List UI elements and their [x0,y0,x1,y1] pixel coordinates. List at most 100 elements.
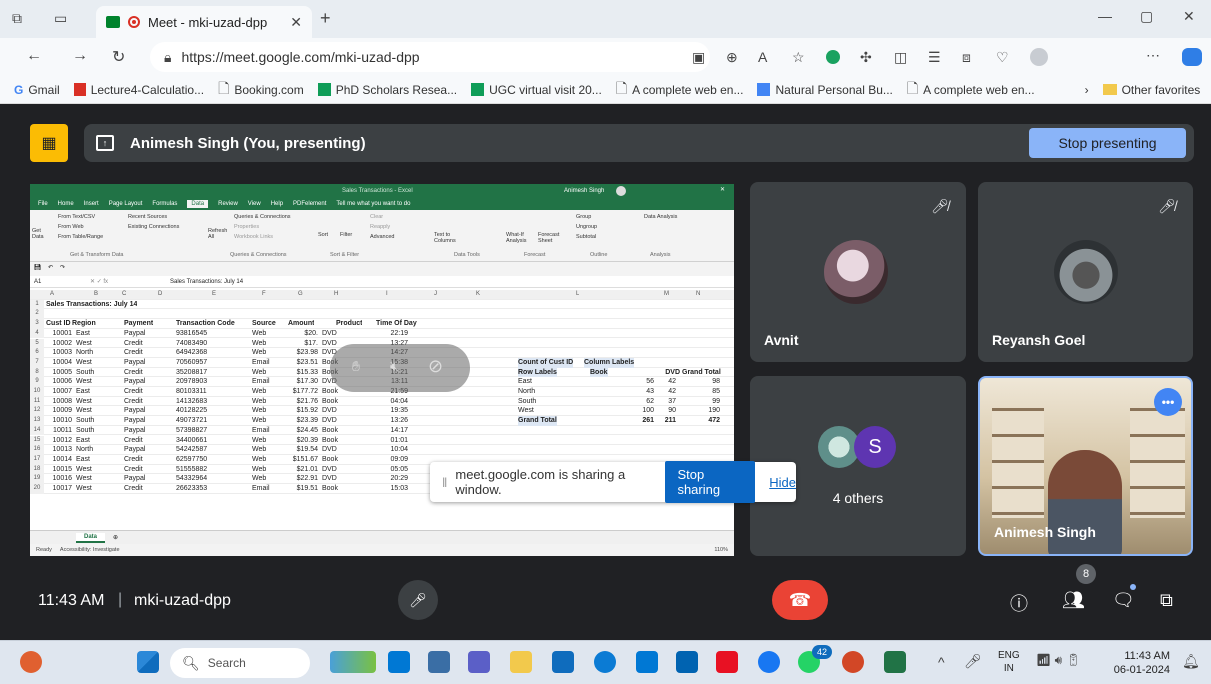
cell[interactable]: Book [322,436,338,446]
stop-sharing-button[interactable]: Stop sharing [665,461,756,503]
wifi-volume-battery-icon[interactable]: 📶︎ 🔊︎ 🔋︎ [1036,653,1081,668]
windows-start-icon[interactable] [137,651,159,673]
activities-icon[interactable]: ⧉ [1160,590,1173,611]
cell[interactable]: South [76,426,94,436]
column-letter[interactable]: D [158,290,162,300]
cell[interactable]: $23.39 [278,416,318,426]
cell[interactable]: Credit [124,436,143,446]
cell[interactable]: 51555882 [176,465,207,475]
cell[interactable]: West [76,474,92,484]
row-number[interactable]: 1 [30,299,44,310]
cell[interactable]: 14:17 [374,426,408,436]
cell[interactable]: North [518,387,535,397]
column-letter[interactable]: K [476,290,480,300]
bookmark-ugc[interactable]: UGC virtual visit 20... [471,83,602,97]
cell[interactable]: 10003 [46,348,72,358]
spreadsheet-row[interactable]: 4 10001 East Paypal 93816545 Web $20. DVD 22:19 [30,328,734,339]
cell[interactable]: 35208817 [176,368,207,378]
cell[interactable]: $21.01 [278,465,318,475]
cell[interactable]: 211 [656,416,676,426]
task-view-icon[interactable] [428,651,450,673]
mic-button[interactable]: 🎤︎ [398,580,438,620]
cell[interactable]: Transaction Code [176,319,235,329]
cell[interactable]: Source [252,319,276,329]
refresh-icon[interactable]: ↻ [112,47,125,67]
cell[interactable]: 10:04 [374,445,408,455]
cell[interactable]: $17. [278,339,318,349]
excel-tell-me[interactable]: Tell me what you want to do [336,201,410,207]
cell[interactable]: 19:35 [374,406,408,416]
cell[interactable]: DVD [322,474,337,484]
row-number[interactable]: 10 [30,387,44,397]
spreadsheet-row[interactable]: 15 10012 East Credit 34400661 Web $20.39 Book 01… [30,435,734,446]
cell[interactable]: Book [590,367,608,378]
cell[interactable]: 10013 [46,445,72,455]
cell[interactable]: 10001 [46,329,72,339]
excel-tab-page-layout[interactable]: Page Layout [109,201,143,207]
cell[interactable]: 15:03 [374,484,408,494]
bookmark-web-en-1[interactable]: 🗋 A complete web en... [616,78,744,102]
spreadsheet-row[interactable]: 13 10010 South Paypal 49073721 Web $23.39 DVD 13… [30,416,734,426]
cell[interactable]: 10005 [46,368,72,378]
recent-sources-button[interactable]: Recent Sources [128,214,167,220]
cell[interactable]: Credit [124,368,143,378]
cell[interactable]: 85 [690,387,720,397]
maximize-icon[interactable]: ▢ [1140,8,1153,25]
cell[interactable]: Email [252,377,270,387]
cell[interactable]: Paypal [124,329,145,339]
cell[interactable]: Web [252,474,266,484]
cell[interactable]: East [76,329,90,339]
hide-button[interactable]: Hide [769,475,796,490]
cell[interactable]: Region [72,319,96,329]
weather-widget-icon[interactable] [20,651,42,673]
column-letter[interactable]: H [334,290,338,300]
profile-avatar[interactable] [1030,48,1048,66]
cell[interactable]: Cust ID [46,319,71,329]
cell[interactable]: 472 [690,416,720,426]
collections-icon[interactable]: ⧈ [962,49,971,66]
cell[interactable]: Web [252,416,266,426]
cell[interactable]: North [76,348,93,358]
bookmark-lecture4[interactable]: Lecture4-Calculatio... [73,83,204,97]
sort-button[interactable]: Sort [318,232,328,238]
cell[interactable]: Sales Transactions: July 14 [46,300,137,310]
cell[interactable]: Web [252,455,266,465]
notifications-bell-icon[interactable]: 🔔︎ [1182,653,1200,670]
favorite-star-icon[interactable]: ☆ [792,49,805,66]
cell[interactable]: Credit [124,465,143,475]
cell[interactable]: East [518,377,532,387]
chat-icon[interactable]: 🗨︎ [1112,590,1135,611]
cell[interactable]: East [76,436,90,446]
cell[interactable]: 80103311 [176,387,207,397]
column-letter[interactable]: C [122,290,126,300]
from-table-button[interactable]: From Table/Range [58,234,103,240]
column-letter[interactable]: M [664,290,669,300]
from-text-button[interactable]: From Text/CSV [58,214,95,220]
hidden-icons-chevron-icon[interactable]: ^ [938,654,945,670]
what-if-button[interactable]: What-If Analysis [506,232,536,244]
cell[interactable]: Credit [124,339,143,349]
split-screen-icon[interactable]: ◫ [894,49,907,66]
cell[interactable]: South [518,397,536,407]
row-number[interactable]: 5 [30,338,44,349]
row-number[interactable]: 11 [30,396,44,407]
ungroup-button[interactable]: Ungroup [576,224,597,230]
taskbar-clock[interactable]: 11:43 AM 06-01-2024 [1112,649,1170,677]
app-icon[interactable] [676,651,698,673]
column-letter[interactable]: B [94,290,98,300]
cell[interactable]: DVD [322,339,337,349]
cell[interactable]: Credit [124,484,143,494]
cell[interactable]: Row Labels [518,367,557,378]
cell[interactable]: 93816545 [176,329,207,339]
excel-tab-view[interactable]: View [248,201,261,207]
undo-icon[interactable]: ↶ [48,264,53,271]
cell[interactable]: Book [322,426,338,436]
cell[interactable]: 13:26 [374,416,408,426]
from-web-button[interactable]: From Web [58,224,84,230]
store-icon[interactable] [636,651,658,673]
cell[interactable]: Web [252,436,266,446]
cell[interactable]: DVD [322,406,337,416]
cell[interactable]: Amount [288,319,314,329]
cell[interactable]: $17.30 [278,377,318,387]
tile-avnit[interactable]: 🎤︎̸ Avnit [750,182,966,362]
